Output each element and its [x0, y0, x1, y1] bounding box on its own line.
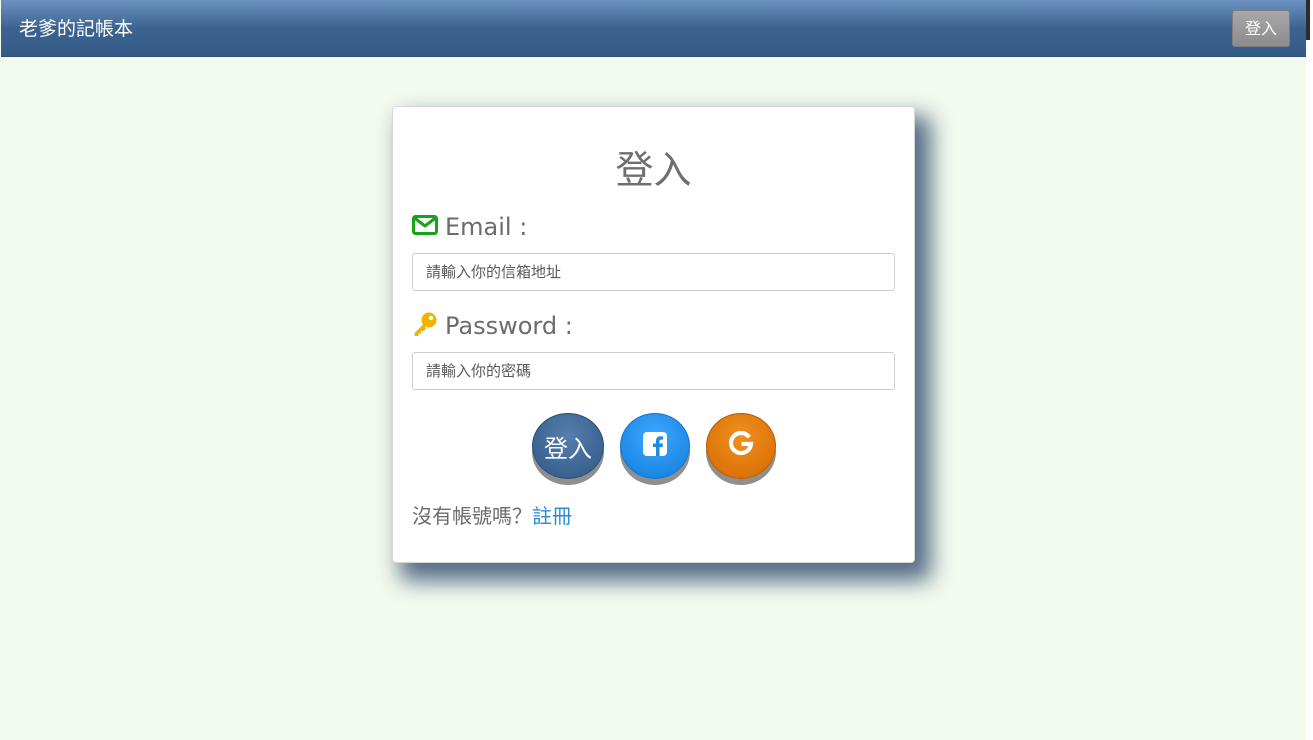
key-icon: [412, 311, 438, 341]
login-title: 登入: [615, 148, 692, 192]
password-label: Password :: [445, 312, 573, 340]
email-label: Email :: [445, 213, 528, 241]
facebook-login-button[interactable]: [620, 413, 690, 479]
login-card: 登入 Email : Password : 登入: [392, 106, 915, 563]
top-navbar: 老爹的記帳本 登入: [1, 0, 1306, 57]
email-label-row: Email :: [412, 212, 527, 242]
brand-title[interactable]: 老爹的記帳本: [19, 17, 133, 41]
signup-link[interactable]: 註冊: [532, 504, 572, 528]
google-login-button[interactable]: [706, 413, 776, 479]
google-icon: [728, 430, 754, 461]
signup-prompt: 沒有帳號嗎？註冊: [412, 500, 572, 529]
signup-prompt-text: 沒有帳號嗎？: [412, 504, 532, 528]
envelope-icon: [412, 215, 438, 239]
navbar-login-button[interactable]: 登入: [1232, 10, 1290, 47]
email-input[interactable]: [412, 253, 895, 291]
window-edge-shadow: [1306, 0, 1310, 40]
login-button[interactable]: 登入: [532, 413, 604, 479]
window-right-edge: [1306, 0, 1313, 740]
password-input[interactable]: [412, 352, 895, 390]
password-label-row: Password :: [412, 311, 573, 341]
facebook-icon: [643, 432, 667, 460]
